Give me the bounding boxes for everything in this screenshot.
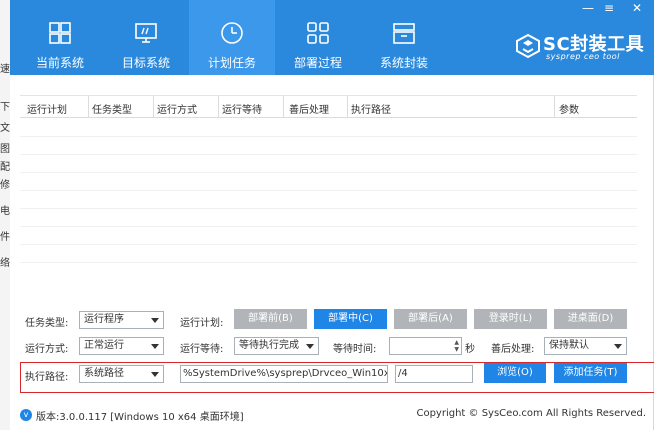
tab-current-system[interactable]: 当前系统 (17, 0, 103, 75)
column-header[interactable]: 运行方式 (157, 101, 197, 116)
seconds-label: 秒 (465, 344, 475, 355)
strip-char: 图 (0, 144, 10, 155)
column-header[interactable]: 参数 (559, 101, 579, 116)
task-table[interactable]: 运行计划 任务类型 运行方式 运行等待 善后处理 执行路径 参数 (20, 95, 637, 285)
tab-label: 系统封装 (379, 56, 428, 70)
tab-label: 目标系统 (121, 56, 170, 70)
during-deploy-button[interactable]: 部署中(C) (314, 309, 387, 329)
minimize-button[interactable]: — (582, 1, 594, 15)
strip-char: 配 (0, 162, 10, 173)
logo-icon (516, 33, 540, 59)
column-header[interactable]: 执行路径 (351, 101, 391, 116)
sc-sysprep-window: — ≡ ✕ 当前系统 目标系统 计划任务 部署过程 系统封装 SC封装工具 sy… (10, 0, 654, 430)
wait-time-label: 等待时间: (333, 344, 377, 355)
column-header[interactable]: 任务类型 (92, 101, 132, 116)
close-button[interactable]: ✕ (632, 1, 642, 15)
task-type-label: 任务类型: (25, 318, 69, 329)
highlight-box (20, 362, 654, 393)
run-mode-select[interactable]: 正常运行 (79, 337, 164, 355)
strip-char: 修 (0, 180, 10, 191)
header-bar: — ≡ ✕ 当前系统 目标系统 计划任务 部署过程 系统封装 SC封装工具 sy… (10, 0, 654, 75)
app-logo: SC封装工具 sysprep ceo tool (515, 30, 650, 64)
strip-char: 件 (0, 232, 10, 243)
tab-deploy-process[interactable]: 部署过程 (275, 0, 361, 75)
select-value: 正常运行 (84, 340, 124, 351)
strip-char: 速 (0, 64, 10, 75)
status-bar: v 版本:3.0.0.117 [Windows 10 x64 桌面环境] Cop… (10, 404, 654, 426)
copyright-text: Copyright © SysCeo.com All Rights Reserv… (416, 408, 646, 419)
spinner-arrows-icon[interactable]: ▲ ▼ (454, 339, 459, 353)
strip-char: 下 (0, 102, 10, 113)
before-deploy-button[interactable]: 部署前(B) (234, 309, 307, 329)
wait-time-input[interactable]: ▲ ▼ (389, 337, 462, 355)
tab-label: 部署过程 (293, 56, 342, 70)
task-type-select[interactable]: 运行程序 (79, 311, 164, 329)
run-wait-label: 运行等待: (180, 344, 224, 355)
monitor-icon (135, 23, 157, 43)
grid-icon (307, 22, 329, 44)
run-plan-label: 运行计划: (180, 318, 224, 329)
column-header[interactable]: 运行计划 (27, 101, 67, 116)
strip-char: 文 (0, 123, 10, 134)
clock-icon (221, 22, 243, 44)
chevron-down-icon[interactable]: v (20, 409, 32, 421)
tab-system-package[interactable]: 系统封装 (361, 0, 447, 75)
after-deploy-button[interactable]: 部署后(A) (394, 309, 467, 329)
version-text: 版本:3.0.0.117 [Windows 10 x64 桌面环境] (36, 412, 244, 423)
strip-char: 络 (0, 258, 10, 269)
select-value: 运行程序 (84, 314, 124, 325)
run-wait-select[interactable]: 等待执行完成 (234, 337, 319, 355)
logo-subtitle: sysprep ceo tool (546, 52, 620, 61)
select-value: 等待执行完成 (239, 340, 299, 351)
chevron-down-icon (151, 318, 159, 323)
table-header: 运行计划 任务类型 运行方式 运行等待 善后处理 执行路径 参数 (20, 96, 637, 118)
tab-scheduled-tasks[interactable]: 计划任务 (189, 0, 275, 75)
after-handling-select[interactable]: 保持默认 (544, 337, 627, 355)
column-header[interactable]: 善后处理 (289, 101, 329, 116)
menu-button[interactable]: ≡ (604, 1, 614, 15)
column-header[interactable]: 运行等待 (222, 101, 262, 116)
tab-label: 计划任务 (207, 56, 256, 70)
on-login-button[interactable]: 登录时(L) (474, 309, 547, 329)
package-icon (393, 23, 415, 44)
chevron-down-icon (306, 344, 314, 349)
background-window-strip: 速 下 文 图 配 修 电 件 络 (0, 0, 10, 430)
chevron-down-icon (151, 344, 159, 349)
tab-target-system[interactable]: 目标系统 (103, 0, 189, 75)
after-handling-label: 善后处理: (491, 344, 535, 355)
windows-icon (49, 22, 71, 44)
chevron-down-icon (614, 344, 622, 349)
on-desktop-button[interactable]: 进桌面(D) (554, 309, 627, 329)
strip-char: 电 (0, 206, 10, 217)
select-value: 保持默认 (549, 340, 589, 351)
run-mode-label: 运行方式: (25, 344, 69, 355)
tab-label: 当前系统 (35, 56, 84, 70)
